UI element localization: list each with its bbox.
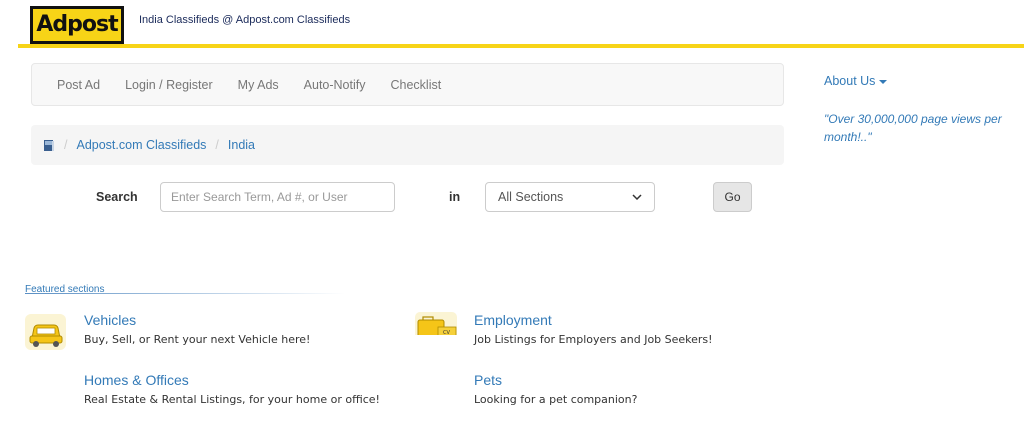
section-employment-desc: Job Listings for Employers and Job Seeke… [474,333,713,346]
about-us-dropdown[interactable]: About Us [824,74,888,88]
adpost-logo[interactable]: Adpost [30,6,124,44]
search-input[interactable] [160,182,395,212]
nav-checklist[interactable]: Checklist [391,78,442,92]
section-select-value: All Sections [498,190,564,204]
section-homes-offices-link[interactable]: Homes & Offices [84,372,189,388]
section-pets-desc: Looking for a pet companion? [474,393,638,406]
section-pets-link[interactable]: Pets [474,372,502,388]
section-vehicles-link[interactable]: Vehicles [84,312,136,328]
car-icon[interactable] [24,312,68,352]
section-employment-link[interactable]: Employment [474,312,552,328]
section-select[interactable]: All Sections [485,182,655,212]
briefcase-icon[interactable]: CV [414,311,458,335]
breadcrumb-separator: / [215,138,219,152]
breadcrumb-separator: / [64,138,68,152]
breadcrumb: / Adpost.com Classifieds / India [31,125,784,165]
page-views-quote: "Over 30,000,000 page views per month!..… [824,112,1002,144]
search-label: Search [96,190,138,204]
nav-post-ad[interactable]: Post Ad [57,78,100,92]
logo-text: Adpost [36,12,118,37]
in-label: in [449,190,461,204]
header-divider [18,44,1024,48]
section-vehicles-desc: Buy, Sell, or Rent your next Vehicle her… [84,333,311,346]
book-icon[interactable] [43,139,55,152]
site-title: India Classifieds @ Adpost.com Classifie… [139,14,351,26]
svg-text:CV: CV [443,330,450,335]
go-button[interactable]: Go [713,182,752,212]
breadcrumb-adpost[interactable]: Adpost.com Classifieds [76,138,206,152]
chevron-down-icon [632,194,642,200]
section-homes-offices-desc: Real Estate & Rental Listings, for your … [84,393,380,406]
main-navbar: Post Ad Login / Register My Ads Auto-Not… [31,63,784,106]
about-us-label: About Us [824,74,876,88]
caret-down-icon [879,79,888,84]
featured-underline [25,293,345,294]
nav-my-ads[interactable]: My Ads [238,78,279,92]
breadcrumb-india[interactable]: India [228,138,255,152]
nav-auto-notify[interactable]: Auto-Notify [304,78,366,92]
nav-login-register[interactable]: Login / Register [125,78,213,92]
